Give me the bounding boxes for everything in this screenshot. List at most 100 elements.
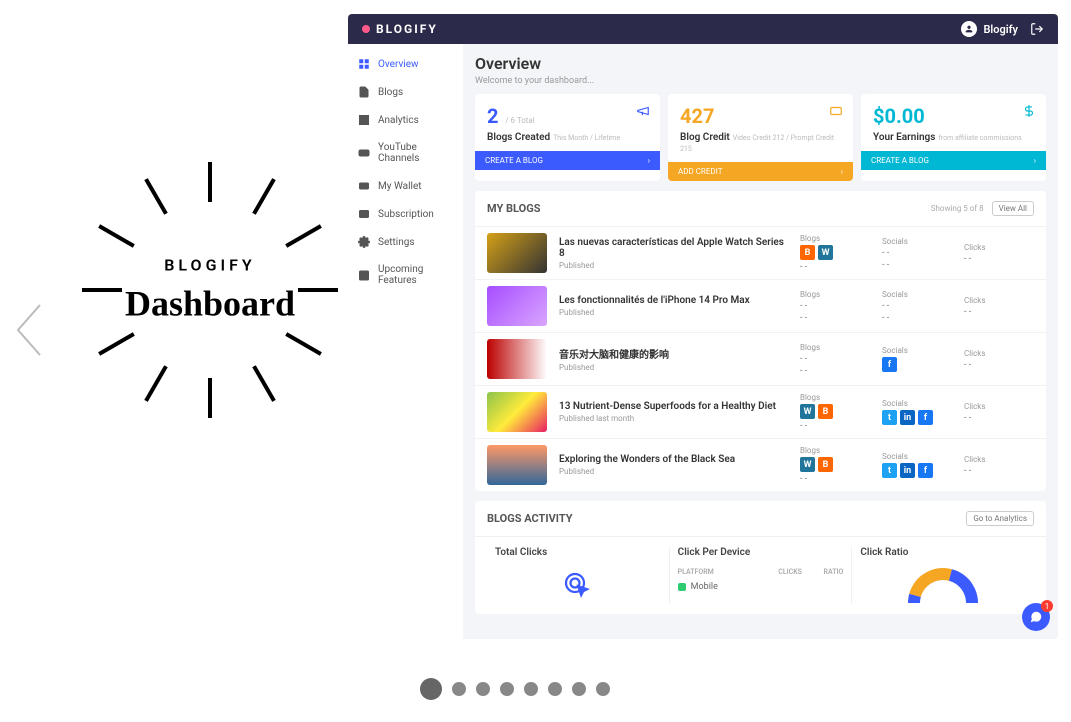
sidebar-label: Upcoming Features xyxy=(378,264,453,286)
app-window: BLOGIFY Blogify Overview Blogs Analy xyxy=(348,14,1058,639)
carousel-dot[interactable] xyxy=(524,682,538,696)
bl-platform-icon: B xyxy=(818,404,833,419)
sidebar-item-wallet[interactable]: My Wallet xyxy=(348,172,463,200)
stat-label: Socials xyxy=(882,346,952,355)
click-ratio-widget: Click Ratio xyxy=(852,547,1034,604)
device-row: Mobile xyxy=(678,582,844,592)
carousel-dot[interactable] xyxy=(420,678,442,700)
blog-status: Published xyxy=(559,261,788,270)
slide-title: Dashboard xyxy=(80,283,340,325)
blog-title: 音乐对大脑和健康的影响 xyxy=(559,346,788,361)
card-title: Blogs Created xyxy=(487,132,550,143)
carousel-prev-button[interactable] xyxy=(10,300,50,364)
carousel-dot[interactable] xyxy=(548,682,562,696)
blog-thumbnail xyxy=(487,445,547,485)
youtube-icon xyxy=(358,147,370,159)
blog-row[interactable]: Les fonctionnalités de l'iPhone 14 Pro M… xyxy=(475,279,1046,332)
blog-status: Published last month xyxy=(559,414,788,423)
widget-title: Click Per Device xyxy=(678,547,844,558)
carousel-dot[interactable] xyxy=(476,682,490,696)
carousel-dot[interactable] xyxy=(452,682,466,696)
col-ratio: RATIO xyxy=(802,568,843,576)
megaphone-icon xyxy=(636,104,650,121)
carousel-dot[interactable] xyxy=(596,682,610,696)
chat-fab-button[interactable]: 1 xyxy=(1022,603,1050,631)
device-name: Mobile xyxy=(691,582,718,592)
gear-icon xyxy=(358,236,370,248)
sidebar-item-analytics[interactable]: Analytics xyxy=(348,106,463,134)
sidebar-item-subscription[interactable]: Subscription xyxy=(348,200,463,228)
stat-label: Clicks xyxy=(964,349,1034,358)
card-value: 2 xyxy=(487,104,498,128)
credit-icon xyxy=(829,104,843,121)
blog-row[interactable]: Exploring the Wonders of the Black SeaPu… xyxy=(475,438,1046,491)
legend-square-icon xyxy=(678,583,686,591)
blog-thumbnail xyxy=(487,392,547,432)
chevron-right-icon: › xyxy=(841,167,843,176)
card-title: Blog Credit xyxy=(680,132,730,143)
blog-thumbnail xyxy=(487,286,547,326)
wallet-icon xyxy=(358,180,370,192)
blog-row[interactable]: Las nuevas características del Apple Wat… xyxy=(475,226,1046,279)
stat-label: Blogs xyxy=(800,290,870,299)
view-all-button[interactable]: View All xyxy=(992,201,1034,216)
fb-social-icon: f xyxy=(918,463,933,478)
click-per-device-widget: Click Per Device PLATFORM CLICKS RATIO M… xyxy=(670,547,853,604)
sidebar-label: Subscription xyxy=(378,209,434,220)
logout-icon[interactable] xyxy=(1030,22,1044,36)
username: Blogify xyxy=(983,23,1018,36)
card-blog-credit: 427 Blog CreditVideo Credit 212 / Prompt… xyxy=(668,94,853,181)
sidebar-item-youtube[interactable]: YouTube Channels xyxy=(348,134,463,172)
panel-title: BLOGS ACTIVITY xyxy=(487,512,573,525)
stat-label: Blogs xyxy=(800,234,870,243)
tw-social-icon: t xyxy=(882,463,897,478)
carousel-dot[interactable] xyxy=(500,682,514,696)
stat-label: Clicks xyxy=(964,455,1034,464)
card-value: 427 xyxy=(680,104,714,128)
sidebar-item-upcoming[interactable]: Upcoming Features xyxy=(348,256,463,294)
stat-label: Socials xyxy=(882,399,952,408)
user-menu[interactable]: Blogify xyxy=(961,21,1018,37)
chevron-right-icon: › xyxy=(648,156,650,165)
topbar: BLOGIFY Blogify xyxy=(348,14,1058,44)
create-blog-button[interactable]: CREATE A BLOG› xyxy=(475,151,660,170)
blog-row[interactable]: 音乐对大脑和健康的影响PublishedBlogs- -- -SocialsfC… xyxy=(475,332,1046,385)
document-icon xyxy=(358,86,370,98)
main-content: Overview Welcome to your dashboard... 2 … xyxy=(463,44,1058,639)
stat-label: Socials xyxy=(882,237,952,246)
col-clicks: CLICKS xyxy=(761,568,802,576)
stat-label: Clicks xyxy=(964,296,1034,305)
blog-row[interactable]: 13 Nutrient-Dense Superfoods for a Healt… xyxy=(475,385,1046,438)
chart-icon xyxy=(358,114,370,126)
blog-title: Les fonctionnalités de l'iPhone 14 Pro M… xyxy=(559,295,788,306)
app-logo[interactable]: BLOGIFY xyxy=(362,22,438,36)
blog-status: Published xyxy=(559,308,788,317)
bl-platform-icon: B xyxy=(800,245,815,260)
showing-count: Showing 5 of 8 xyxy=(931,204,984,213)
sunburst-decoration: BLOGIFY Dashboard xyxy=(90,170,330,410)
chat-badge: 1 xyxy=(1041,600,1053,612)
card-earnings: $0.00 Your Earningsfrom affiliate commis… xyxy=(861,94,1046,181)
sidebar-item-overview[interactable]: Overview xyxy=(348,50,463,78)
logo-mark-icon xyxy=(362,25,370,33)
stat-label: Clicks xyxy=(964,243,1034,252)
blog-thumbnail xyxy=(487,339,547,379)
carousel-dot[interactable] xyxy=(572,682,586,696)
carousel-dots xyxy=(420,682,610,700)
dollar-icon xyxy=(1022,104,1036,121)
click-icon xyxy=(495,568,661,604)
sidebar-label: Overview xyxy=(378,59,419,70)
sidebar: Overview Blogs Analytics YouTube Channel… xyxy=(348,44,463,639)
goto-analytics-button[interactable]: Go to Analytics xyxy=(966,511,1034,526)
blog-thumbnail xyxy=(487,233,547,273)
wp-platform-icon: W xyxy=(800,457,815,472)
create-blog-button-2[interactable]: CREATE A BLOG› xyxy=(861,151,1046,170)
blog-status: Published xyxy=(559,467,788,476)
sidebar-item-blogs[interactable]: Blogs xyxy=(348,78,463,106)
fb-social-icon: f xyxy=(882,357,897,372)
blog-title: 13 Nutrient-Dense Superfoods for a Healt… xyxy=(559,401,788,412)
add-credit-button[interactable]: ADD CREDIT› xyxy=(668,162,853,181)
stat-label: Socials xyxy=(882,290,952,299)
sidebar-item-settings[interactable]: Settings xyxy=(348,228,463,256)
li-social-icon: in xyxy=(900,410,915,425)
